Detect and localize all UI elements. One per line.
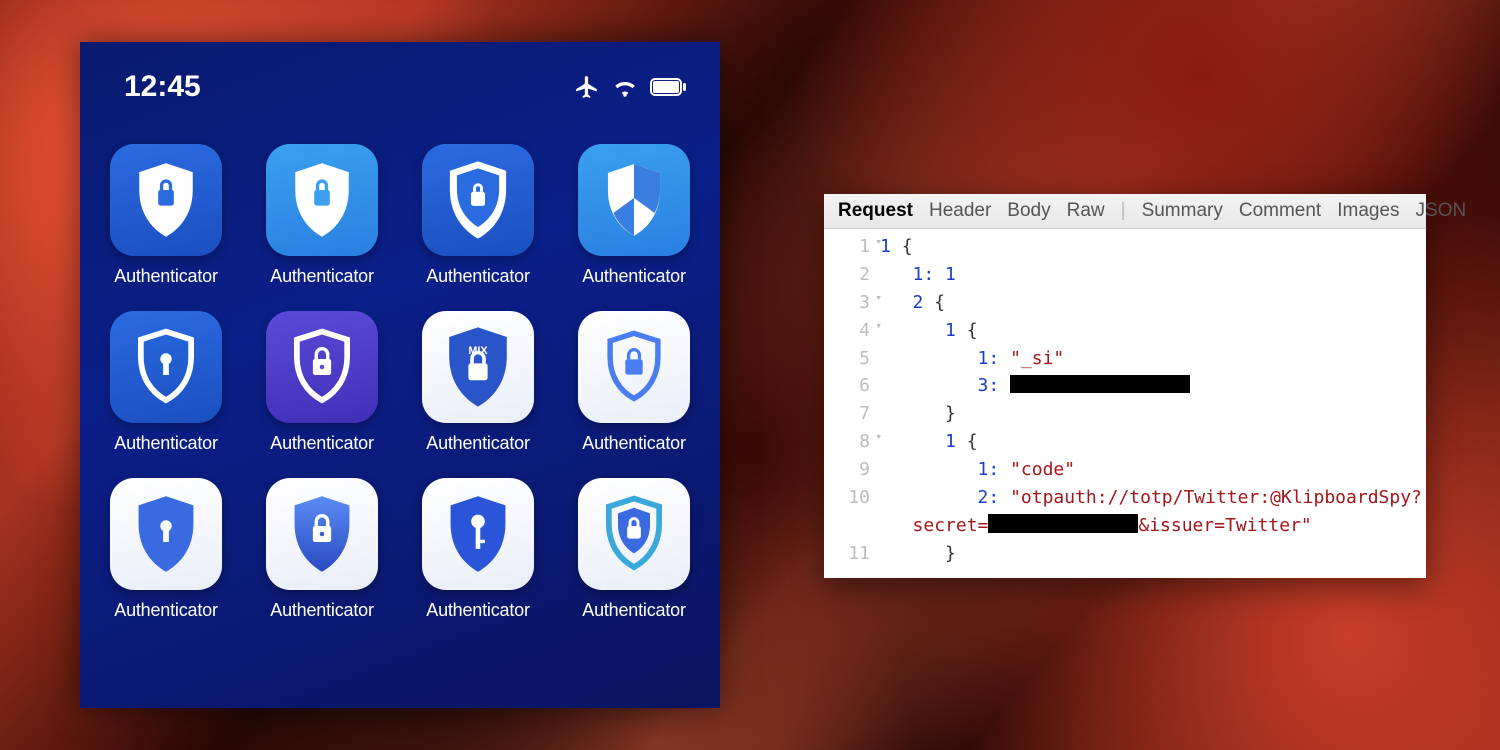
line-number: 3 [824,289,880,317]
phone-panel: 12:45 Authenticator Authenticator [80,42,720,708]
app-label: Authenticator [270,600,373,621]
clock-label: 12:45 [124,70,201,104]
app-authenticator-2[interactable]: Authenticator [258,144,386,287]
app-authenticator-5[interactable]: Authenticator [102,311,230,454]
app-authenticator-1[interactable]: Authenticator [102,144,230,287]
shield-keyhole-icon [110,311,222,423]
app-label: Authenticator [114,266,217,287]
app-authenticator-10[interactable]: Authenticator [258,478,386,621]
shield-mix-icon: MIX [422,311,534,423]
shield-lock-gradient-icon [266,478,378,590]
app-label: Authenticator [582,433,685,454]
code-view[interactable]: 11 { 2 1: 1 3 2 { 4 1 { 5 1: "_si" 6 3: … [824,229,1426,578]
line-number: 2 [824,261,880,289]
line-number: 7 [824,400,880,428]
app-label: Authenticator [582,266,685,287]
app-label: Authenticator [270,266,373,287]
tab-summary[interactable]: Summary [1142,200,1223,222]
redacted-value [988,514,1138,533]
app-authenticator-3[interactable]: Authenticator [414,144,542,287]
app-label: Authenticator [114,433,217,454]
shield-lock-icon [110,144,222,256]
inspector-panel: Request Header Body Raw | Summary Commen… [824,194,1426,578]
app-authenticator-4[interactable]: Authenticator [570,144,698,287]
airplane-icon [574,74,600,100]
tab-json[interactable]: JSON [1416,200,1467,222]
tab-comment[interactable]: Comment [1239,200,1321,222]
app-authenticator-7[interactable]: MIX Authenticator [414,311,542,454]
app-label: Authenticator [270,433,373,454]
line-number: 10 [824,484,880,512]
line-number: 8 [824,428,880,456]
line-number: 9 [824,456,880,484]
shield-lock-teal-icon [578,478,690,590]
shield-quarter-icon [578,144,690,256]
shield-lock-blue-icon [578,311,690,423]
battery-icon [650,78,686,96]
shield-key-icon [422,478,534,590]
app-label: Authenticator [426,266,529,287]
app-authenticator-9[interactable]: Authenticator [102,478,230,621]
tab-request[interactable]: Request [838,200,913,222]
tab-raw[interactable]: Raw [1067,200,1105,222]
app-grid: Authenticator Authenticator Authenticato… [80,114,720,621]
tab-bar: Request Header Body Raw | Summary Commen… [824,194,1426,229]
tab-separator: | [1121,200,1126,222]
app-label: Authenticator [426,433,529,454]
shield-keyhole-icon [422,144,534,256]
app-label: Authenticator [426,600,529,621]
line-number: 6 [824,372,880,400]
shield-keyhole-solid-icon [110,478,222,590]
app-authenticator-12[interactable]: Authenticator [570,478,698,621]
tab-body[interactable]: Body [1007,200,1050,222]
app-label: Authenticator [582,600,685,621]
app-label: Authenticator [114,600,217,621]
shield-lock-icon [266,144,378,256]
shield-lock-outline-icon [266,311,378,423]
line-number: 11 [824,540,880,568]
tab-header[interactable]: Header [929,200,991,222]
wifi-icon [612,77,638,97]
app-authenticator-11[interactable]: Authenticator [414,478,542,621]
line-number [824,512,880,540]
app-authenticator-6[interactable]: Authenticator [258,311,386,454]
line-number: 4 [824,317,880,345]
line-number: 5 [824,345,880,373]
redacted-value [1010,375,1190,394]
status-bar: 12:45 [80,42,720,114]
tab-images[interactable]: Images [1337,200,1399,222]
app-authenticator-8[interactable]: Authenticator [570,311,698,454]
line-number: 1 [824,233,880,261]
